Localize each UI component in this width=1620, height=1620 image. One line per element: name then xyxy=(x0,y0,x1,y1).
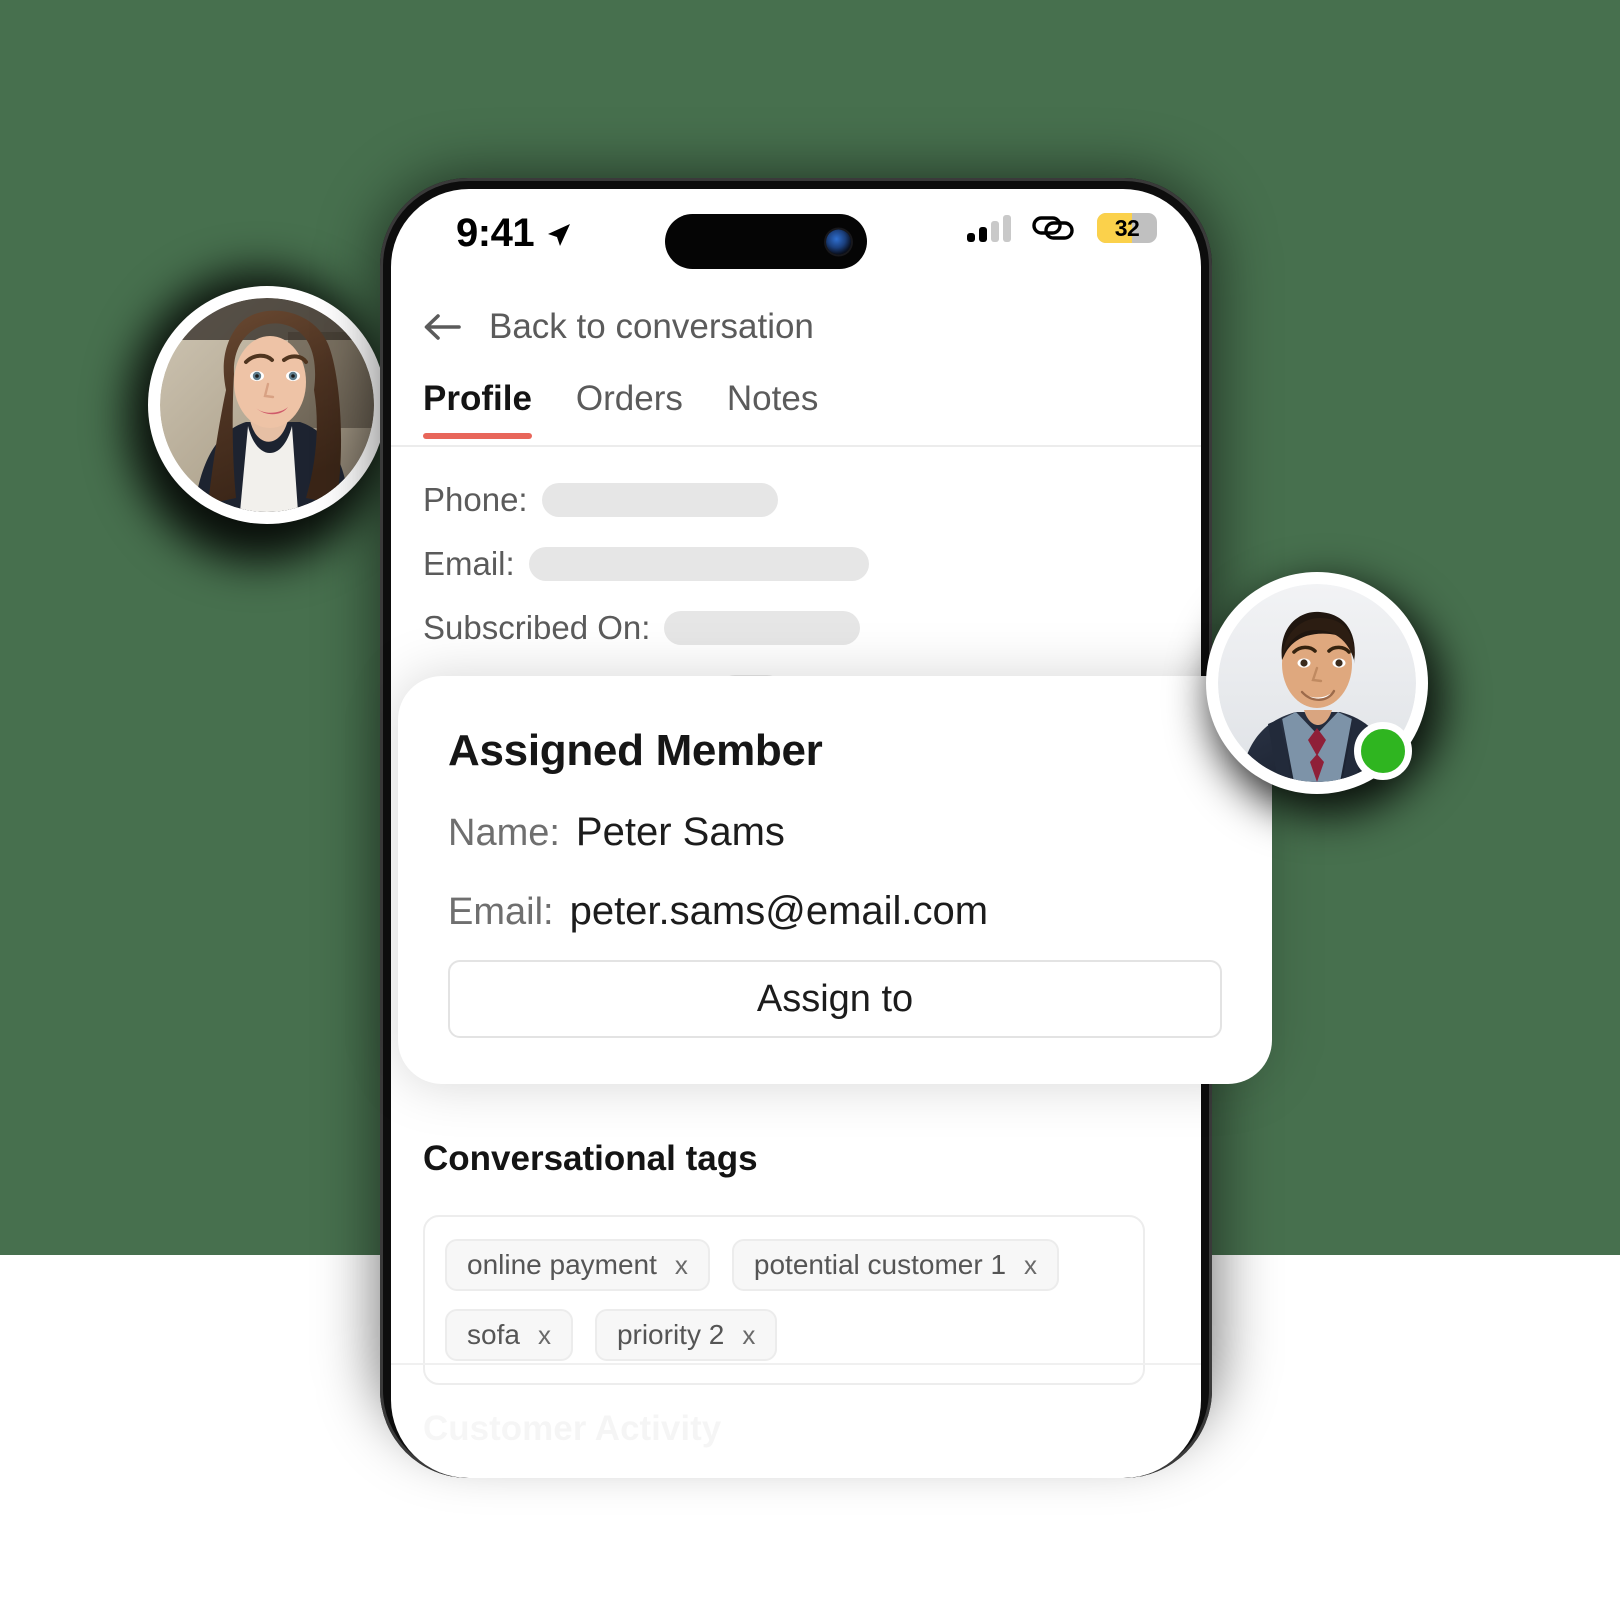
assigned-member-name-row: Name: Peter Sams xyxy=(448,810,1222,855)
customer-activity-title: Customer Activity xyxy=(423,1409,721,1449)
battery-level-label: 32 xyxy=(1114,214,1140,241)
online-status-indicator xyxy=(1354,722,1412,780)
cellular-signal-icon xyxy=(967,214,1011,242)
back-bar[interactable]: Back to conversation xyxy=(391,289,1201,365)
location-arrow-icon xyxy=(546,222,572,248)
name-label: Name: xyxy=(448,812,560,854)
status-bar-time: 9:41 xyxy=(456,211,535,255)
status-bar: 9:41 32 xyxy=(391,189,1201,275)
profile-tabs: Profile Orders Notes xyxy=(391,379,1201,447)
remove-tag-icon[interactable]: x xyxy=(675,1250,688,1281)
conversational-tags-container: online payment x potential customer 1 x … xyxy=(423,1215,1145,1385)
agent-avatar[interactable] xyxy=(1196,562,1476,842)
remove-tag-icon[interactable]: x xyxy=(742,1320,755,1351)
dynamic-island xyxy=(665,214,867,269)
tab-orders[interactable]: Orders xyxy=(576,379,683,439)
front-camera-icon xyxy=(826,229,851,254)
field-label: Email: xyxy=(423,545,515,582)
tag-label: priority 2 xyxy=(616,1319,725,1350)
assigned-member-title: Assigned Member xyxy=(448,726,823,775)
field-value-placeholder xyxy=(541,483,778,517)
status-bar-indicators: 32 xyxy=(967,213,1157,243)
assign-to-button[interactable]: Assign to xyxy=(448,960,1222,1038)
assigned-member-email-row: Email: peter.sams@email.com xyxy=(448,889,1222,934)
conversational-tags-title: Conversational tags xyxy=(423,1139,758,1178)
link-chain-icon xyxy=(1031,214,1077,242)
customer-avatar[interactable] xyxy=(120,262,410,580)
profile-field-subscribed-on: Subscribed On: xyxy=(423,603,1183,653)
assigned-member-card: Assigned Member Name: Peter Sams Email: … xyxy=(398,676,1272,1084)
screenshot-stage: 9:41 32 Back to conversation Profile Ord… xyxy=(0,0,1620,1620)
section-divider xyxy=(391,1363,1201,1365)
remove-tag-icon[interactable]: x xyxy=(1024,1250,1037,1281)
field-value-placeholder xyxy=(528,547,869,581)
tag-chip[interactable]: priority 2 x xyxy=(594,1309,778,1361)
email-label: Email: xyxy=(448,891,554,933)
tabs-divider xyxy=(391,445,1201,447)
remove-tag-icon[interactable]: x xyxy=(538,1320,551,1351)
field-label: Subscribed On: xyxy=(423,609,651,646)
back-to-conversation-label[interactable]: Back to conversation xyxy=(489,307,814,347)
tag-chip[interactable]: potential customer 1 x xyxy=(731,1239,1060,1291)
tag-chip[interactable]: online payment x xyxy=(445,1239,710,1291)
tab-notes[interactable]: Notes xyxy=(727,379,818,439)
email-value: peter.sams@email.com xyxy=(569,889,989,933)
field-label: Phone: xyxy=(423,481,528,518)
battery-icon: 32 xyxy=(1097,213,1157,243)
tab-profile[interactable]: Profile xyxy=(423,379,532,439)
tag-chip[interactable]: sofa x xyxy=(445,1309,573,1361)
name-value: Peter Sams xyxy=(575,810,785,854)
avatar-photo-woman xyxy=(160,298,374,512)
field-value-placeholder xyxy=(664,611,861,645)
profile-field-phone: Phone: xyxy=(423,475,1183,525)
tag-label: sofa xyxy=(467,1319,520,1350)
arrow-left-icon[interactable] xyxy=(423,312,461,342)
tag-label: potential customer 1 xyxy=(753,1249,1007,1280)
profile-field-email: Email: xyxy=(423,539,1183,589)
tag-label: online payment xyxy=(467,1249,657,1280)
